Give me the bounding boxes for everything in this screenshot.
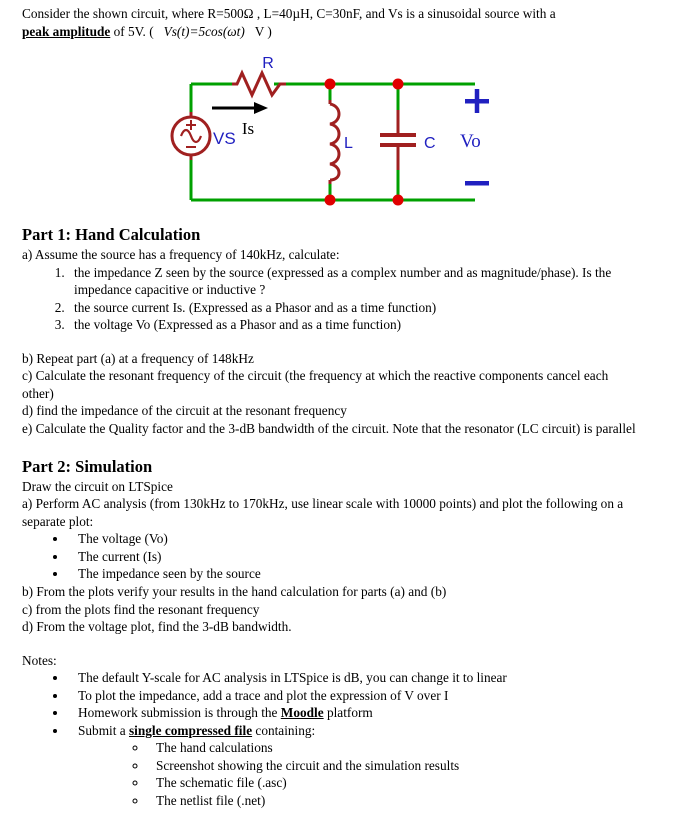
part2-d: d) From the voltage plot, find the 3-dB …: [22, 619, 292, 635]
output-voltage-label: Vo: [460, 131, 481, 152]
inductor-label: L: [344, 135, 353, 152]
list-item: The netlist file (.net): [148, 792, 642, 810]
part2-c: c) from the plots find the resonant freq…: [22, 601, 260, 617]
notes-heading: Notes:: [22, 652, 57, 668]
intro-line-1-text: Consider the shown circuit, where R=500Ω…: [22, 6, 556, 21]
list-item: The voltage (Vo): [68, 530, 642, 548]
circuit-diagram: R VS Is L C Vo: [160, 52, 520, 217]
list-item: The schematic file (.asc): [148, 774, 642, 792]
list-item: the voltage Vo (Expressed as a Phasor an…: [68, 316, 642, 334]
resistor-label: R: [262, 55, 274, 72]
document-body: Part 1: Hand Calculation a) Assume the s…: [22, 224, 642, 810]
intro-paragraph: Consider the shown circuit, where R=500Ω…: [22, 5, 640, 40]
capacitor-symbol: [380, 133, 416, 147]
node-dot-bottom-left: [324, 194, 336, 206]
submission-sublist: The hand calculations Screenshot showing…: [78, 739, 642, 809]
notes-item3-pre: Homework submission is through the: [78, 705, 281, 721]
list-item: The current (Is): [68, 548, 642, 566]
intro-line-2-mid: of 5V. (: [110, 23, 154, 39]
intro-line-2: peak amplitude of 5V. ( Vs(t)=5cos(ωt) V…: [22, 23, 640, 41]
inductor-symbol: [329, 102, 341, 182]
part2-a-intro: a) Perform AC analysis (from 130kHz to 1…: [22, 496, 624, 529]
part1-heading: Part 1: Hand Calculation: [22, 225, 201, 244]
intro-line-1: Consider the shown circuit, where R=500Ω…: [22, 5, 640, 23]
list-item: the impedance Z seen by the source (expr…: [68, 264, 642, 299]
part1-a-intro: a) Assume the source has a frequency of …: [22, 247, 340, 263]
list-item: Homework submission is through the Moodl…: [68, 704, 642, 722]
single-compressed-file-emphasis: single compressed file: [128, 722, 253, 738]
notes-item4-pre: Submit a: [78, 722, 129, 738]
list-item: Screenshot showing the circuit and the s…: [148, 757, 642, 775]
list-item: The impedance seen by the source: [68, 565, 642, 583]
part1-b: b) Repeat part (a) at a frequency of 148…: [22, 350, 254, 366]
current-label: Is: [242, 119, 254, 138]
current-arrow-icon: [212, 102, 268, 114]
source-label: VS: [213, 129, 236, 148]
part2-heading: Part 2: Simulation: [22, 456, 153, 476]
capacitor-label: C: [424, 135, 436, 152]
intro-line-2-unit: V ): [254, 23, 272, 39]
node-dot-top-left: [324, 78, 336, 90]
list-item: The hand calculations: [148, 739, 642, 757]
peak-amplitude-emphasis: peak amplitude: [22, 23, 111, 39]
part1-e: e) Calculate the Quality factor and the …: [22, 421, 636, 437]
node-dot-top-right: [392, 78, 404, 90]
part1-a-list: the impedance Z seen by the source (expr…: [22, 264, 642, 334]
list-item: The default Y-scale for AC analysis in L…: [68, 669, 642, 687]
notes-item3-post: platform: [323, 705, 373, 721]
output-plus-vertical: [474, 89, 480, 113]
part2-draw: Draw the circuit on LTSpice: [22, 478, 173, 494]
part2-plot-list: The voltage (Vo) The current (Is) The im…: [22, 530, 642, 583]
circuit-svg: R VS Is L C Vo: [170, 55, 489, 206]
node-dot-bottom-right: [392, 194, 404, 206]
source-formula: Vs(t)=5cos(ωt): [163, 23, 245, 39]
list-item: To plot the impedance, add a trace and p…: [68, 687, 642, 705]
list-item: Submit a single compressed file containi…: [68, 722, 642, 810]
document-page: Consider the shown circuit, where R=500Ω…: [0, 0, 682, 828]
part2-b: b) From the plots verify your results in…: [22, 583, 447, 599]
output-minus-bar: [465, 181, 489, 186]
moodle-link[interactable]: Moodle: [281, 705, 324, 720]
notes-list: The default Y-scale for AC analysis in L…: [22, 669, 642, 809]
part1-c: c) Calculate the resonant frequency of t…: [22, 368, 609, 401]
list-item: the source current Is. (Expressed as a P…: [68, 299, 642, 317]
notes-item4-post: containing:: [252, 722, 316, 738]
part1-d: d) find the impedance of the circuit at …: [22, 403, 347, 419]
